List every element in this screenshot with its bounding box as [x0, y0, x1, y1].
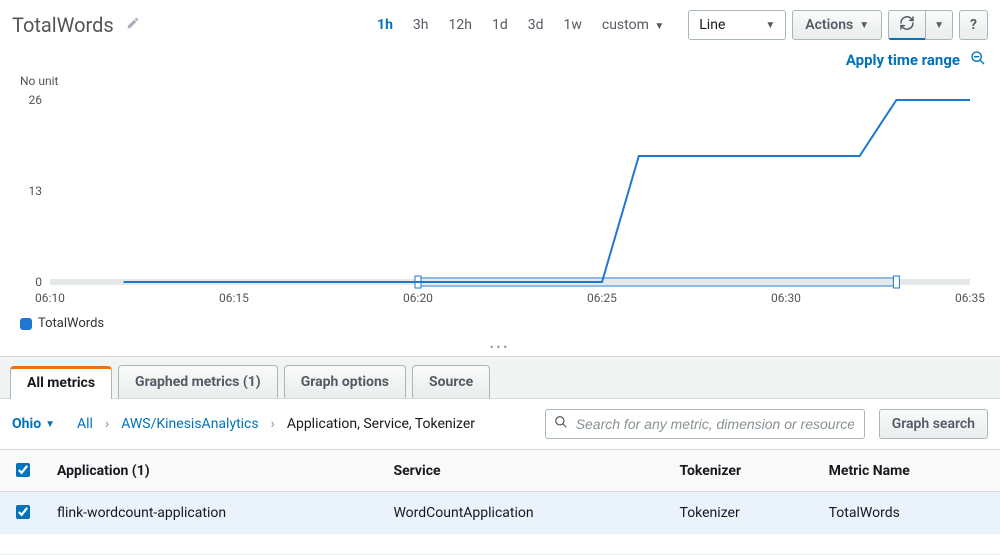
cell-application: flink-wordcount-application — [45, 492, 381, 534]
search-icon — [554, 415, 568, 433]
legend-label: TotalWords — [38, 316, 104, 331]
col-application[interactable]: Application (1) — [45, 450, 381, 492]
lower-panel: All metrics Graphed metrics (1) Graph op… — [0, 356, 1000, 555]
region-select[interactable]: Ohio ▼ — [12, 416, 55, 432]
y-axis-unit-label: No unit — [20, 74, 990, 88]
svg-text:06:15: 06:15 — [219, 291, 249, 305]
row-checkbox[interactable] — [16, 505, 30, 519]
svg-text:13: 13 — [29, 184, 43, 198]
chevron-down-icon: ▼ — [654, 21, 664, 32]
time-range-3h[interactable]: 3h — [403, 13, 439, 37]
table-row[interactable]: flink-wordcount-application WordCountApp… — [0, 492, 1000, 534]
chart-area: No unit 0 13 26 06:10 06:15 06:20 06:25 06:30 06… — [0, 74, 1000, 331]
row-select-cell — [0, 492, 45, 534]
svg-text:06:10: 06:10 — [35, 291, 65, 305]
tab-all-metrics[interactable]: All metrics — [10, 366, 112, 399]
breadcrumb-all[interactable]: All — [77, 416, 93, 432]
cell-service: WordCountApplication — [381, 492, 667, 534]
chevron-down-icon: ▼ — [859, 20, 869, 31]
time-range-3d[interactable]: 3d — [518, 13, 554, 37]
legend-swatch — [20, 318, 32, 330]
chevron-down-icon: ▼ — [765, 20, 775, 31]
breadcrumb-separator: › — [271, 416, 275, 432]
refresh-icon — [899, 15, 915, 35]
svg-text:0: 0 — [35, 275, 42, 289]
apply-time-range-link[interactable]: Apply time range — [846, 51, 960, 69]
table-row-empty — [0, 534, 1000, 555]
svg-text:06:20: 06:20 — [403, 291, 433, 305]
filter-bar: Ohio ▼ All › AWS/KinesisAnalytics › Appl… — [0, 399, 1000, 450]
chart-type-label: Line — [699, 17, 725, 33]
breadcrumb-current: Application, Service, Tokenizer — [287, 416, 475, 432]
col-tokenizer[interactable]: Tokenizer — [668, 450, 817, 492]
tab-graphed-metrics[interactable]: Graphed metrics (1) — [118, 365, 278, 398]
chevron-down-icon: ▼ — [934, 20, 944, 31]
tab-source[interactable]: Source — [412, 365, 490, 398]
zoom-out-icon[interactable] — [970, 50, 986, 70]
actions-label: Actions — [805, 17, 853, 33]
chart-type-select[interactable]: Line ▼ — [688, 10, 786, 40]
graph-search-label: Graph search — [892, 416, 975, 432]
apply-time-range-row: Apply time range — [0, 48, 1000, 74]
tab-graph-options[interactable]: Graph options — [284, 365, 406, 398]
col-metric-name[interactable]: Metric Name — [817, 450, 1000, 492]
time-range-1w[interactable]: 1w — [554, 13, 592, 37]
col-service[interactable]: Service — [381, 450, 667, 492]
page-title: TotalWords — [12, 13, 114, 37]
metrics-table: Application (1) Service Tokenizer Metric… — [0, 450, 1000, 555]
cell-tokenizer: Tokenizer — [668, 492, 817, 534]
table-header-row: Application (1) Service Tokenizer Metric… — [0, 450, 1000, 492]
top-toolbar: TotalWords 1h 3h 12h 1d 3d 1w custom ▼ L… — [0, 0, 1000, 48]
svg-text:26: 26 — [29, 93, 43, 107]
chart-legend: TotalWords — [20, 316, 990, 331]
metric-search-input[interactable] — [574, 415, 856, 433]
chevron-down-icon: ▼ — [45, 419, 55, 430]
svg-text:06:35: 06:35 — [955, 291, 985, 305]
time-range-12h[interactable]: 12h — [439, 13, 482, 37]
refresh-button[interactable] — [888, 10, 925, 40]
svg-text:06:25: 06:25 — [587, 291, 617, 305]
region-label: Ohio — [12, 416, 41, 432]
tabs: All metrics Graphed metrics (1) Graph op… — [0, 357, 1000, 399]
help-icon: ? — [970, 17, 977, 33]
actions-button[interactable]: Actions ▼ — [792, 10, 882, 40]
metric-search[interactable] — [545, 409, 865, 439]
select-all-checkbox[interactable] — [16, 463, 30, 477]
graph-search-button[interactable]: Graph search — [879, 409, 988, 439]
line-chart[interactable]: 0 13 26 06:10 06:15 06:20 06:25 06:30 06:35 — [10, 90, 990, 310]
cell-metric: TotalWords — [817, 492, 1000, 534]
time-range-1d[interactable]: 1d — [482, 13, 518, 37]
refresh-button-group: ▼ — [888, 10, 953, 40]
edit-title-icon[interactable] — [126, 16, 140, 34]
breadcrumb-namespace[interactable]: AWS/KinesisAnalytics — [121, 416, 258, 432]
select-all-header — [0, 450, 45, 492]
time-range-1h[interactable]: 1h — [367, 13, 403, 37]
time-range-selector: 1h 3h 12h 1d 3d 1w custom ▼ — [367, 13, 674, 37]
panel-resize-handle[interactable]: ••• — [0, 341, 1000, 354]
help-button[interactable]: ? — [959, 10, 988, 40]
time-range-custom-label: custom — [602, 17, 649, 33]
time-range-custom[interactable]: custom ▼ — [592, 13, 674, 37]
refresh-options-button[interactable]: ▼ — [925, 10, 953, 40]
breadcrumb-separator: › — [105, 416, 109, 432]
svg-text:06:30: 06:30 — [771, 291, 801, 305]
